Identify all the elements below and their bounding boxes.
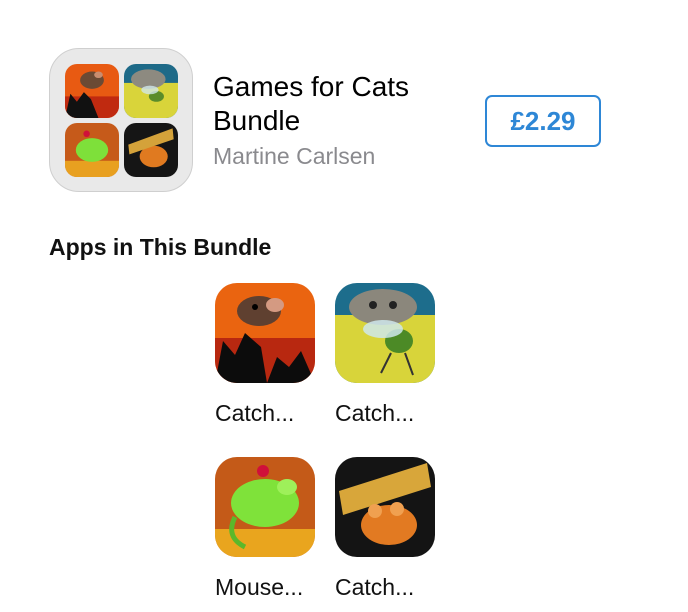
section-heading: Apps in This Bundle	[49, 234, 272, 260]
app-name: Catch...	[335, 574, 415, 600]
app-item-catch-the-mouse[interactable]: Catch...	[335, 457, 445, 601]
app-name: Catch...	[335, 400, 415, 426]
developer-name[interactable]: Martine Carlsen	[213, 142, 375, 170]
app-name: Mouse...	[215, 574, 304, 600]
app-item-catch-bug[interactable]: Catch...	[335, 283, 445, 427]
mole-icon	[65, 64, 119, 118]
catch-mole-icon[interactable]	[215, 283, 315, 383]
app-item-mouse[interactable]: Mouse...	[215, 457, 325, 601]
app-item-catch-mole[interactable]: Catch...	[215, 283, 325, 427]
catch-bug-icon[interactable]	[335, 283, 435, 383]
mouse-icon[interactable]	[215, 457, 315, 557]
mouse-icon	[65, 123, 119, 177]
price-button[interactable]: £2.29	[485, 95, 601, 147]
catch-the-mouse-icon	[124, 123, 178, 177]
catch-the-mouse-icon[interactable]	[335, 457, 435, 557]
bundle-title: Games for Cats Bundle	[213, 71, 410, 136]
bundle-icon[interactable]	[49, 48, 193, 192]
app-name: Catch...	[215, 400, 295, 426]
bug-icon	[124, 64, 178, 118]
